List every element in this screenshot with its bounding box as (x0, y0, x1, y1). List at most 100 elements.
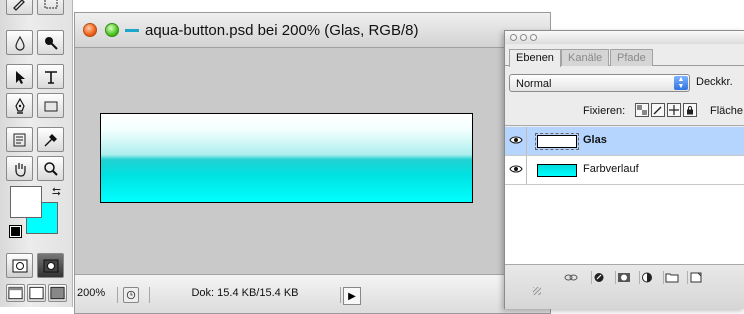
mask-icon (618, 273, 630, 282)
link-icon (564, 274, 578, 281)
quickmask-icon (43, 259, 58, 272)
eye-icon[interactable] (508, 161, 523, 176)
layer-row-glas[interactable]: Glas (505, 127, 744, 156)
clock-icon (126, 290, 136, 300)
palette-close-button[interactable] (510, 34, 517, 41)
blend-mode-value: Normal (516, 78, 552, 90)
aqua-button-artwork[interactable] (100, 113, 473, 203)
notes-tool[interactable] (6, 127, 33, 152)
standard-mode-button[interactable] (6, 253, 33, 278)
new-group-button[interactable] (663, 271, 680, 284)
foreground-color-swatch[interactable] (10, 186, 42, 218)
hand-tool[interactable] (6, 156, 33, 181)
rectangle-marquee-tool[interactable] (37, 0, 64, 15)
screen-mode-menubar-button[interactable] (27, 284, 46, 302)
layer-style-button[interactable] (591, 271, 608, 284)
adjustment-icon (642, 272, 652, 283)
layers-palette: Ebenen Kanäle Pfade Normal ▲ ▼ Deckkr. Fi… (504, 30, 744, 309)
document-title: aqua-button.psd bei 200% (Glas, RGB/8) (145, 21, 419, 39)
pen-tool[interactable] (6, 93, 33, 118)
layer-name: Glas (583, 134, 607, 146)
status-menu-button[interactable] (123, 287, 139, 303)
adjustment-layer-button[interactable] (639, 271, 656, 284)
swap-colors-icon[interactable]: ⮀ (52, 186, 61, 199)
checker-icon (637, 105, 647, 115)
tab-layers[interactable]: Ebenen (509, 49, 561, 67)
zoom-tool[interactable] (37, 156, 64, 181)
layer-name: Farbverlauf (583, 163, 639, 175)
padlock-icon (687, 106, 693, 115)
text-tool-icon (44, 70, 57, 84)
lock-position-button[interactable] (667, 103, 681, 117)
lock-label: Fixieren: (583, 105, 626, 117)
zoom-level-field[interactable]: 200% (75, 287, 118, 303)
link-layers-button[interactable] (563, 271, 579, 284)
document-size-info: Dok: 15.4 KB/15.4 KB (149, 287, 341, 303)
updown-arrows-icon: ▲ ▼ (674, 76, 688, 90)
magnify-icon (43, 161, 58, 176)
add-mask-button[interactable] (615, 271, 632, 284)
pen-icon (14, 97, 25, 114)
zoom-window-button[interactable] (105, 23, 119, 37)
standard-mode-icon (12, 259, 27, 272)
status-popup-arrow[interactable]: ▶ (343, 287, 361, 305)
screen-mode-standard-button[interactable] (6, 284, 25, 302)
screen-mode-icon (29, 286, 44, 300)
notes-icon (13, 133, 25, 146)
pencil-icon (12, 0, 25, 11)
layer-thumbnail (535, 133, 579, 150)
text-tool[interactable] (37, 64, 64, 89)
layers-palette-titlebar[interactable] (505, 31, 744, 44)
canvas-area[interactable] (75, 48, 550, 275)
new-layer-icon (690, 272, 702, 283)
folder-icon (665, 273, 679, 283)
lock-all-button[interactable] (683, 103, 697, 117)
layer-thumbnail (537, 164, 577, 177)
opacity-label: Deckkr. (696, 76, 733, 88)
tab-paths[interactable]: Pfade (610, 49, 653, 66)
document-titlebar[interactable]: aqua-button.psd bei 200% (Glas, RGB/8) (75, 13, 550, 48)
screen-mode-icon (50, 286, 65, 300)
layer-style-icon (594, 273, 604, 282)
shape-rect-icon (44, 101, 57, 111)
document-window: aqua-button.psd bei 200% (Glas, RGB/8) 2… (74, 12, 551, 314)
shape-tool[interactable] (37, 93, 64, 118)
move-arrows-icon (669, 105, 679, 115)
eye-icon[interactable] (508, 132, 523, 147)
tab-channels[interactable]: Kanäle (561, 49, 610, 66)
quickmask-mode-button[interactable] (37, 253, 64, 278)
layer-row-farbverlauf[interactable]: Farbverlauf (505, 156, 744, 185)
divider (526, 156, 527, 184)
palette-tabs: Ebenen Kanäle Pfade (505, 44, 744, 67)
burn-icon (44, 36, 58, 50)
eyedropper-tool[interactable] (37, 127, 64, 152)
lock-row: Fixieren: Fläche (505, 95, 744, 126)
burn-tool[interactable] (37, 30, 64, 55)
palette-minimize-button[interactable] (520, 34, 527, 41)
fill-label: Fläche (710, 105, 744, 117)
new-layer-button[interactable] (687, 271, 704, 284)
layers-footer (505, 264, 744, 309)
screen-mode-full-button[interactable] (48, 284, 67, 302)
palette-zoom-button[interactable] (530, 34, 537, 41)
eyedropper-icon (44, 133, 57, 146)
tools-palette: ⮀ (0, 0, 73, 307)
drop-icon (14, 35, 25, 51)
move-tool[interactable] (6, 64, 33, 89)
lock-image-button[interactable] (651, 103, 665, 117)
rectangle-marquee-icon (44, 0, 57, 8)
default-colors-icon[interactable] (9, 225, 22, 238)
document-statusbar: 200% Dok: 15.4 KB/15.4 KB ▶ (75, 274, 550, 313)
blur-tool[interactable] (6, 30, 33, 55)
pointer-icon (15, 70, 25, 84)
divider (526, 127, 527, 155)
brush-icon (653, 106, 662, 115)
screen-mode-icon (8, 286, 23, 300)
blend-mode-select[interactable]: Normal ▲ ▼ (509, 74, 690, 92)
lock-transparency-button[interactable] (635, 103, 649, 117)
modified-indicator (125, 28, 139, 32)
resize-grip[interactable] (533, 287, 541, 295)
close-window-button[interactable] (83, 23, 97, 37)
layer-list: Glas Farbverlauf (505, 127, 744, 264)
pencil-tool[interactable] (6, 0, 33, 15)
